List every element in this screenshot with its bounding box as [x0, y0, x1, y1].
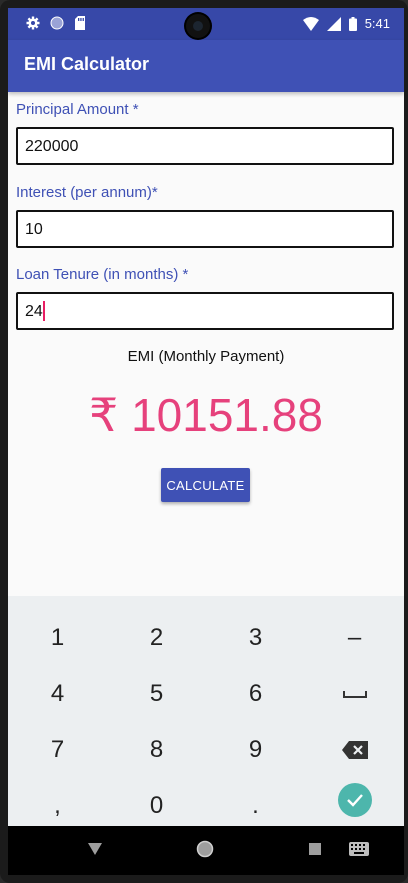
key-8[interactable]: 8 — [107, 722, 206, 778]
tenure-input[interactable]: 24 — [16, 292, 394, 330]
key-3[interactable]: 3 — [206, 610, 305, 666]
text-cursor — [43, 301, 45, 321]
key-dash[interactable]: – — [305, 610, 404, 666]
key-7[interactable]: 7 — [8, 722, 107, 778]
recents-icon[interactable] — [309, 843, 321, 855]
numeric-keyboard: 1 2 3 – 4 5 6 7 8 9 , 0 . — [8, 596, 404, 826]
interest-label: Interest (per annum)* — [16, 184, 158, 201]
key-5[interactable]: 5 — [107, 666, 206, 722]
key-backspace[interactable] — [305, 722, 404, 778]
emi-label: EMI (Monthly Payment) — [127, 348, 285, 365]
calculate-button[interactable]: CALCULATE — [161, 468, 250, 502]
key-space[interactable] — [305, 666, 404, 722]
principal-value: 220000 — [25, 138, 79, 155]
app-bar: EMI Calculator — [8, 40, 404, 92]
checkmark-icon — [337, 783, 372, 817]
signal-icon — [326, 16, 341, 31]
battery-icon — [348, 16, 357, 31]
key-2[interactable]: 2 — [107, 610, 206, 666]
key-6[interactable]: 6 — [206, 666, 305, 722]
back-icon[interactable] — [88, 843, 102, 855]
principal-label: Principal Amount * — [16, 101, 139, 118]
circle-icon — [50, 16, 64, 30]
wifi-icon — [302, 16, 319, 31]
principal-input[interactable]: 220000 — [16, 127, 394, 165]
emi-value: ₹ 10151.88 — [89, 389, 323, 441]
key-9[interactable]: 9 — [206, 722, 305, 778]
tenure-label: Loan Tenure (in months) * — [16, 266, 189, 283]
navigation-bar — [8, 826, 404, 875]
key-done[interactable] — [305, 772, 404, 828]
keyboard-switch-icon[interactable] — [349, 842, 369, 856]
settings-icon — [26, 16, 40, 30]
sd-card-icon — [75, 16, 85, 30]
screen: 5:41 EMI Calculator Principal Amount * 2… — [8, 8, 404, 875]
space-icon — [342, 691, 367, 698]
tenure-value: 24 — [25, 303, 43, 320]
interest-value: 10 — [25, 221, 43, 238]
status-time: 5:41 — [364, 16, 390, 31]
key-4[interactable]: 4 — [8, 666, 107, 722]
app-title: EMI Calculator — [24, 54, 150, 74]
front-camera — [186, 14, 210, 38]
device-frame: 5:41 EMI Calculator Principal Amount * 2… — [0, 0, 408, 883]
home-icon[interactable] — [196, 840, 214, 858]
interest-input[interactable]: 10 — [16, 210, 394, 248]
key-1[interactable]: 1 — [8, 610, 107, 666]
backspace-icon — [341, 741, 368, 759]
